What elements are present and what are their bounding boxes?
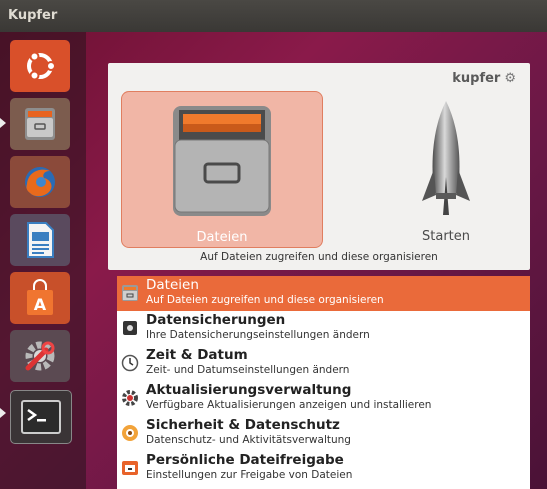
- update-gear-icon: [122, 390, 138, 406]
- privacy-icon: [122, 425, 138, 441]
- object-pane[interactable]: Dateien: [121, 91, 323, 248]
- files-button[interactable]: [10, 98, 70, 150]
- item-description: Einstellungen zur Freigabe von Dateien: [146, 469, 353, 481]
- item-title: Aktualisierungsverwaltung: [146, 382, 352, 398]
- rocket-icon: [422, 101, 470, 215]
- writer-button[interactable]: [10, 214, 70, 266]
- item-title: Dateien: [146, 277, 199, 293]
- result-list: Dateien Auf Dateien zugreifen und diese …: [117, 276, 530, 489]
- list-item[interactable]: Zeit & Datum Zeit- und Datumseinstellung…: [117, 346, 530, 381]
- action-label: Starten: [422, 229, 470, 244]
- list-item[interactable]: Datensicherungen Ihre Datensicherungsein…: [117, 311, 530, 346]
- item-description: Verfügbare Aktualisierungen anzeigen und…: [146, 399, 432, 411]
- object-label: Dateien: [196, 230, 248, 245]
- terminal-button[interactable]: [10, 390, 72, 444]
- ubuntu-logo-icon: [27, 51, 56, 81]
- list-item[interactable]: Sicherheit & Datenschutz Datenschutz- un…: [117, 416, 530, 451]
- item-description: Ihre Datensicherungseinstellungen ändern: [146, 329, 370, 341]
- file-cabinet-icon: [122, 285, 138, 301]
- running-indicator: [0, 408, 6, 418]
- system-settings-button[interactable]: [10, 330, 70, 382]
- item-title: Zeit & Datum: [146, 347, 248, 363]
- list-item[interactable]: Persönliche Dateifreigabe Einstellungen …: [117, 451, 530, 486]
- backup-icon: [123, 321, 137, 335]
- wrench-gear-icon: [25, 341, 55, 371]
- window-title: Kupfer: [8, 8, 58, 23]
- svg-text:A: A: [34, 295, 47, 314]
- kupfer-brand[interactable]: kupfer ⚙: [452, 71, 516, 86]
- shopping-bag-icon: A: [27, 279, 53, 315]
- running-indicator: [0, 118, 6, 128]
- file-sharing-icon: [122, 461, 138, 475]
- item-description: Datenschutz- und Aktivitätsverwaltung: [146, 434, 351, 446]
- list-item[interactable]: Aktualisierungsverwaltung Verfügbare Akt…: [117, 381, 530, 416]
- item-title: Sicherheit & Datenschutz: [146, 417, 340, 433]
- gear-icon[interactable]: ⚙: [504, 71, 516, 86]
- file-cabinet-icon: [25, 108, 55, 140]
- top-panel: Kupfer: [0, 0, 547, 32]
- item-title: Persönliche Dateifreigabe: [146, 452, 344, 468]
- clock-icon: [121, 354, 139, 372]
- item-description: Auf Dateien zugreifen und diese organisi…: [146, 294, 384, 306]
- item-title: Datensicherungen: [146, 312, 286, 328]
- launcher: A: [0, 32, 86, 489]
- firefox-icon: [25, 167, 55, 197]
- kupfer-window: kupfer ⚙ Dateien Starten Auf Dateien zug…: [108, 63, 530, 270]
- terminal-icon: [21, 400, 61, 434]
- action-pane[interactable]: Starten: [376, 91, 516, 246]
- file-cabinet-icon: [173, 106, 271, 216]
- object-description: Auf Dateien zugreifen und diese organisi…: [200, 251, 438, 263]
- brand-label: kupfer: [452, 71, 501, 86]
- software-center-button[interactable]: A: [10, 272, 70, 324]
- document-writer-icon: [27, 222, 54, 258]
- firefox-button[interactable]: [10, 156, 70, 208]
- ubuntu-dash-button[interactable]: [10, 40, 70, 92]
- item-description: Zeit- und Datumseinstellungen ändern: [146, 364, 350, 376]
- list-item[interactable]: Dateien Auf Dateien zugreifen und diese …: [117, 276, 530, 311]
